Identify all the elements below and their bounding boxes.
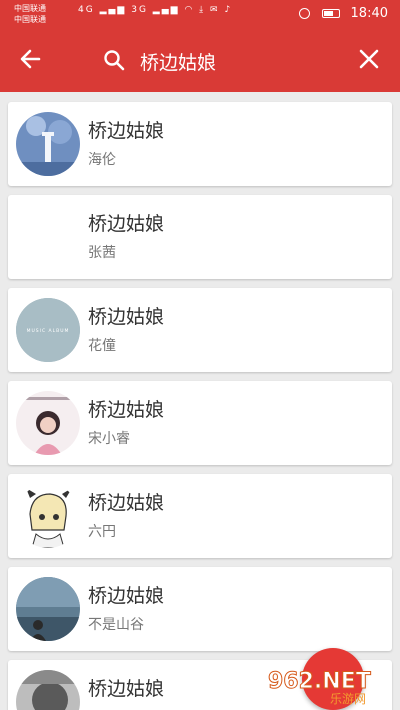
signal-icon: ▂▄▆: [99, 5, 127, 15]
status-right: 18:40: [299, 6, 388, 21]
artist-name: 宋小睿: [88, 431, 130, 447]
clock: 18:40: [350, 6, 388, 21]
artist-name: 张茜: [88, 245, 116, 261]
cover-text: MUSIC ALBUM: [27, 328, 70, 334]
song-title: 桥边姑娘: [88, 399, 165, 421]
network-type-2: 3G: [131, 5, 148, 15]
album-cover: [16, 391, 80, 455]
alarm-icon: [299, 8, 311, 19]
artist-name: 花僮: [88, 338, 116, 354]
album-cover: MUSIC ALBUM: [16, 298, 80, 362]
tiktok-icon: ♪: [224, 5, 233, 15]
status-bar: 中国联通 中国联通 4G ▂▄▆ 3G ▂▄▆ ◠ ⤓ ✉ ♪ 18:40: [0, 0, 400, 28]
wifi-icon: ◠: [184, 5, 195, 15]
result-item[interactable]: 桥边姑娘 张茜: [8, 195, 392, 279]
close-icon[interactable]: [358, 48, 380, 70]
album-cover: [16, 484, 80, 548]
carrier-labels: 中国联通 中国联通: [14, 3, 46, 25]
song-title: 桥边姑娘: [88, 678, 165, 700]
battery-icon: [322, 9, 341, 18]
watermark-subtitle: 乐游网: [330, 692, 366, 706]
song-title: 桥边姑娘: [88, 492, 165, 514]
artist-name: 海伦: [88, 152, 116, 168]
song-title: 桥边姑娘: [88, 213, 165, 235]
album-cover: [16, 577, 80, 641]
song-title: 桥边姑娘: [88, 585, 165, 607]
song-title: 桥边姑娘: [88, 120, 165, 142]
signal-icons: 4G ▂▄▆ 3G ▂▄▆ ◠ ⤓ ✉ ♪: [78, 5, 232, 15]
carrier-1: 中国联通: [14, 4, 46, 13]
search-toolbar: 桥边姑娘: [0, 28, 400, 92]
network-type-1: 4G: [78, 5, 95, 15]
back-arrow-icon[interactable]: [17, 45, 45, 73]
watermark-logo: 962.NET 乐游网: [268, 669, 372, 707]
result-item[interactable]: MUSIC ALBUM 桥边姑娘 花僮: [8, 288, 392, 372]
signal-icon-2: ▂▄▆: [152, 5, 180, 15]
result-item[interactable]: 桥边姑娘 宋小睿: [8, 381, 392, 465]
result-item[interactable]: 桥边姑娘 不是山谷: [8, 567, 392, 651]
result-item[interactable]: 桥边姑娘 海伦: [8, 102, 392, 186]
watermark-brand: 962.NET: [268, 669, 371, 694]
artist-name: 不是山谷: [88, 617, 144, 633]
search-icon[interactable]: [103, 49, 125, 71]
album-cover: [16, 112, 80, 176]
download-icon: ⤓: [199, 5, 206, 15]
search-input[interactable]: 桥边姑娘: [140, 48, 216, 75]
song-title: 桥边姑娘: [88, 306, 165, 328]
wechat-icon: ✉: [210, 5, 220, 15]
result-item[interactable]: 桥边姑娘 六円: [8, 474, 392, 558]
carrier-2: 中国联通: [14, 15, 46, 24]
album-cover: [16, 670, 80, 710]
artist-name: 六円: [88, 524, 116, 540]
